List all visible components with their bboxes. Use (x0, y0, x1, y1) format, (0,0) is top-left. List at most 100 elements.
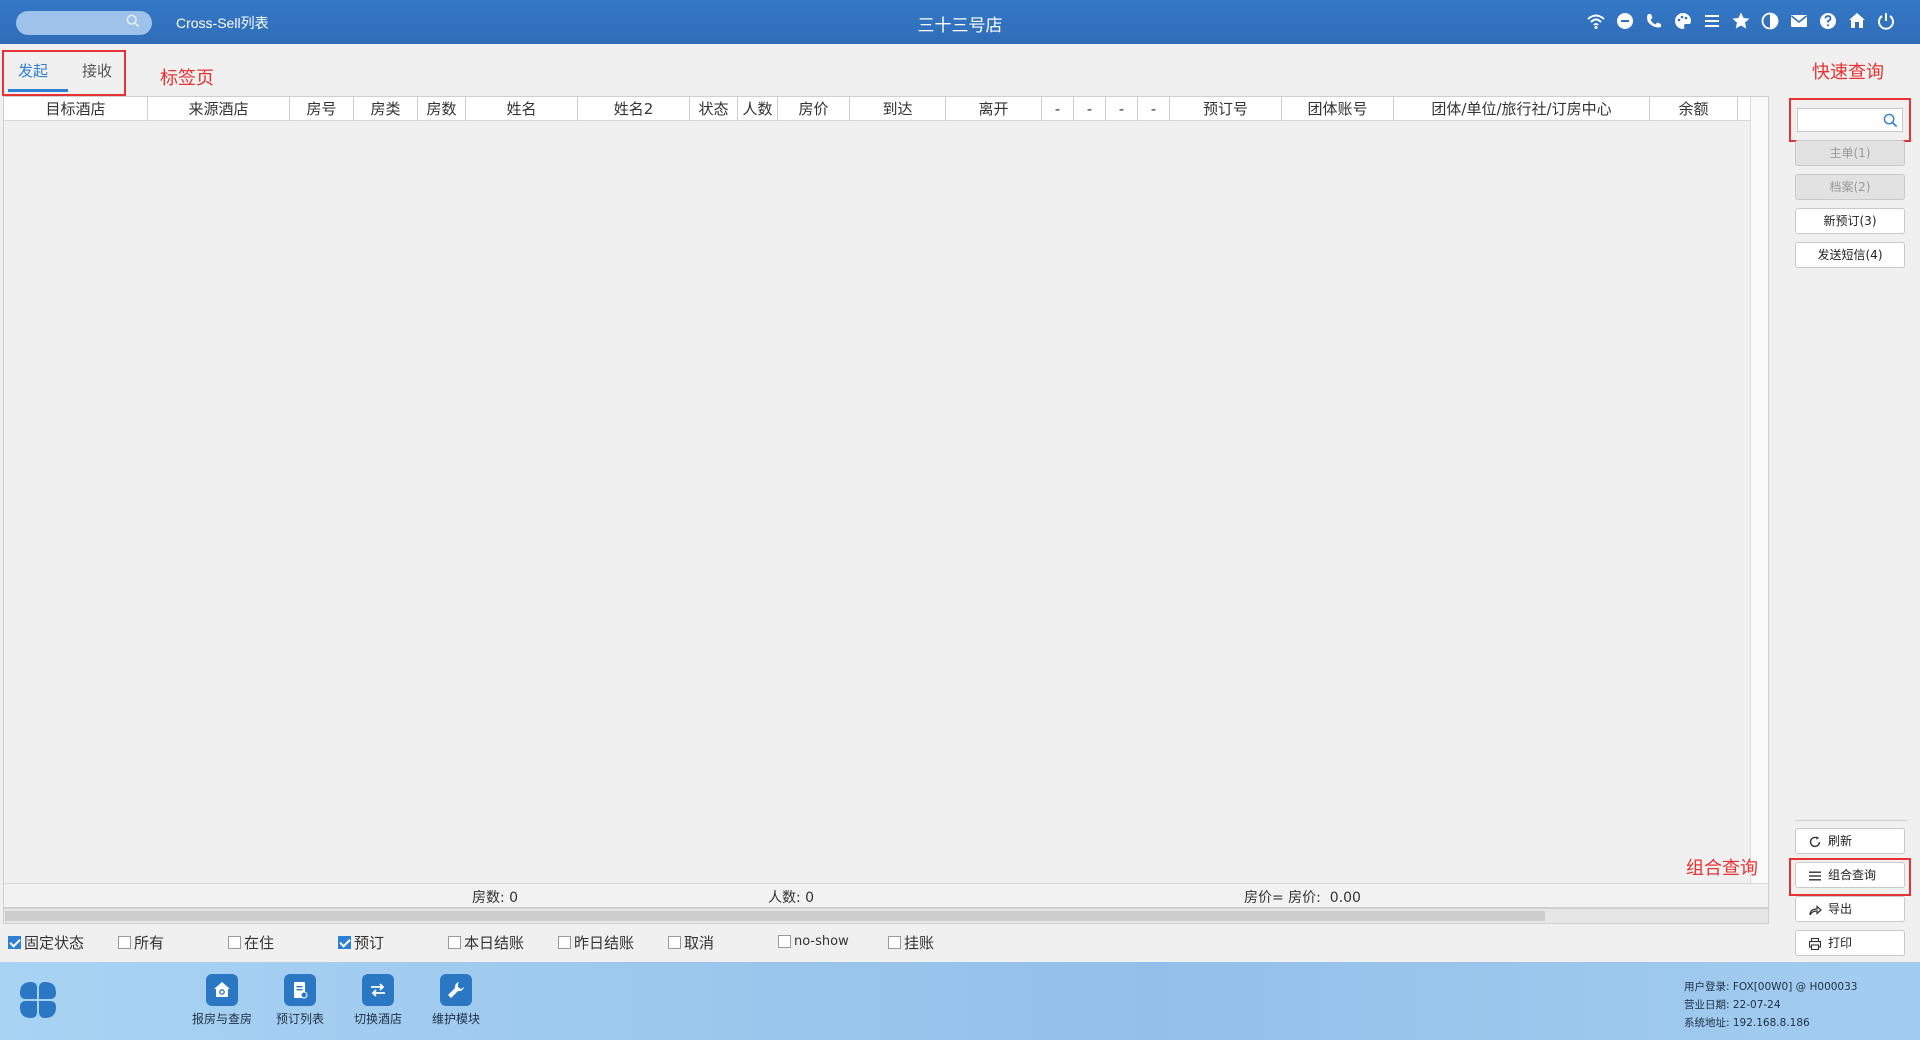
checkbox[interactable] (228, 936, 241, 949)
dock-label: 报房与查房 (191, 1012, 252, 1026)
table-horizontal-scrollbar[interactable] (3, 908, 1769, 924)
checkbox[interactable] (338, 936, 351, 949)
col-arrival[interactable]: 到达 (850, 97, 946, 121)
status-business-date: 营业日期: 22-07-24 (1684, 999, 1781, 1011)
app-logo-icon[interactable] (18, 980, 58, 1020)
master-button[interactable]: 主单(1) (1795, 140, 1905, 166)
chat-icon[interactable] (1615, 11, 1635, 31)
col-blank-3[interactable]: - (1106, 97, 1138, 121)
refresh-icon (1809, 836, 1821, 848)
col-departure[interactable]: 离开 (946, 97, 1042, 121)
phone-icon[interactable] (1644, 11, 1664, 31)
filter-in-house[interactable]: 在住 (228, 932, 274, 953)
tabs-annotation: 标签页 (160, 68, 214, 89)
dock-switch-hotel[interactable]: 切换酒店 (338, 974, 418, 1027)
switch-arrows-icon (362, 974, 394, 1006)
col-rate[interactable]: 房价 (778, 97, 850, 121)
cross-sell-table: 目标酒店 来源酒店 房号 房类 房数 姓名 姓名2 状态 人数 房价 到达 离开… (3, 96, 1769, 908)
col-status[interactable]: 状态 (690, 97, 738, 121)
col-booking-no[interactable]: 预订号 (1170, 97, 1282, 121)
col-room-no[interactable]: 房号 (290, 97, 354, 121)
help-icon[interactable] (1818, 11, 1838, 31)
summary-price: 房价= 房价: 0.00 (1244, 890, 1361, 906)
wrench-icon (440, 974, 472, 1006)
dock-room-status[interactable]: 报房与查房 (182, 974, 262, 1027)
horizontal-scroll-thumb[interactable] (5, 911, 1545, 921)
col-persons[interactable]: 人数 (738, 97, 778, 121)
refresh-label: 刷新 (1828, 834, 1853, 848)
active-tab-indicator (8, 89, 68, 92)
house-search-icon (206, 974, 238, 1006)
status-user: 用户登录: FOX[00W0] @ H000033 (1684, 981, 1858, 993)
export-button[interactable]: 导出 (1795, 896, 1905, 922)
tab-initiate[interactable]: 发起 (18, 60, 48, 81)
col-blank-4[interactable]: - (1138, 97, 1170, 121)
dock-maintenance[interactable]: 维护模块 (416, 974, 496, 1027)
filter-on-account[interactable]: 挂账 (888, 932, 934, 953)
new-booking-button[interactable]: 新预订(3) (1795, 208, 1905, 234)
session-status: 用户登录: FOX[00W0] @ H000033 营业日期: 22-07-24… (1684, 978, 1857, 1032)
theme-icon[interactable] (1760, 11, 1780, 31)
title-bar: Cross-Sell列表 三十三号店 (0, 0, 1920, 44)
summary-person-count: 人数: 0 (768, 890, 815, 906)
star-icon[interactable] (1731, 11, 1751, 31)
col-name2[interactable]: 姓名2 (578, 97, 690, 121)
dock-label: 切换酒店 (353, 1012, 402, 1026)
tab-receive[interactable]: 接收 (82, 60, 112, 81)
checkbox[interactable] (668, 936, 681, 949)
dock-label: 预订列表 (275, 1012, 324, 1026)
combo-query-button[interactable]: 组合查询 (1795, 862, 1905, 888)
quick-search-input[interactable] (1797, 108, 1903, 132)
dock-label: 维护模块 (431, 1012, 480, 1026)
filter-yesterday-checkout[interactable]: 昨日结账 (558, 932, 634, 953)
checkbox[interactable] (448, 936, 461, 949)
summary-room-count: 房数: 0 (472, 890, 519, 906)
table-summary: 房数: 0 人数: 0 房价= 房价: 0.00 (4, 883, 1768, 907)
tab-group: 发起 接收 (2, 50, 126, 96)
combo-query-annotation: 组合查询 (1686, 858, 1758, 879)
list-icon (1809, 871, 1821, 881)
wifi-icon[interactable] (1586, 11, 1606, 31)
checkbox[interactable] (118, 936, 131, 949)
mail-icon[interactable] (1789, 11, 1809, 31)
document-list-icon (284, 974, 316, 1006)
col-room-type[interactable]: 房类 (354, 97, 418, 121)
col-source-hotel[interactable]: 来源酒店 (148, 97, 290, 121)
panel-divider (1795, 820, 1907, 821)
dock-booking-list[interactable]: 预订列表 (260, 974, 340, 1027)
col-blank-1[interactable]: - (1042, 97, 1074, 121)
printer-icon (1808, 937, 1822, 951)
filter-booking[interactable]: 预订 (338, 932, 384, 953)
checkbox[interactable] (558, 936, 571, 949)
filter-cancelled[interactable]: 取消 (668, 932, 714, 953)
print-button[interactable]: 打印 (1795, 930, 1905, 956)
menu-icon[interactable] (1702, 11, 1722, 31)
checkbox[interactable] (888, 936, 901, 949)
col-name[interactable]: 姓名 (466, 97, 578, 121)
refresh-button[interactable]: 刷新 (1795, 828, 1905, 854)
checkbox[interactable] (778, 935, 791, 948)
right-action-panel: 主单(1) 档案(2) 新预订(3) 发送短信(4) 刷新 组合查询 导出 打印 (1785, 96, 1915, 962)
status-filters: 固定状态 所有 在住 预订 本日结账 昨日结账 取消 no-show 挂账 (0, 930, 1784, 958)
print-label: 打印 (1828, 936, 1853, 950)
col-balance[interactable]: 余额 (1650, 97, 1738, 121)
bottom-dock: 报房与查房 预订列表 切换酒店 维护模块 用户登录: FOX[00W0] @ H… (0, 962, 1920, 1040)
send-sms-button[interactable]: 发送短信(4) (1795, 242, 1905, 268)
col-group-company[interactable]: 团体/单位/旅行社/订房中心 (1394, 97, 1650, 121)
col-target-hotel[interactable]: 目标酒店 (4, 97, 148, 121)
col-blank-2[interactable]: - (1074, 97, 1106, 121)
filter-today-checkout[interactable]: 本日结账 (448, 932, 524, 953)
filter-all[interactable]: 所有 (118, 932, 164, 953)
filter-no-show[interactable]: no-show (778, 934, 849, 949)
search-icon[interactable] (1883, 113, 1898, 128)
profile-button[interactable]: 档案(2) (1795, 174, 1905, 200)
col-group-account[interactable]: 团体账号 (1282, 97, 1394, 121)
palette-icon[interactable] (1673, 11, 1693, 31)
filter-fixed-status[interactable]: 固定状态 (8, 932, 84, 953)
checkbox[interactable] (8, 936, 21, 949)
col-room-count[interactable]: 房数 (418, 97, 466, 121)
combo-query-label: 组合查询 (1828, 868, 1877, 882)
power-icon[interactable] (1876, 11, 1896, 31)
home-icon[interactable] (1847, 11, 1867, 31)
table-vertical-scrollbar[interactable] (1750, 97, 1768, 885)
